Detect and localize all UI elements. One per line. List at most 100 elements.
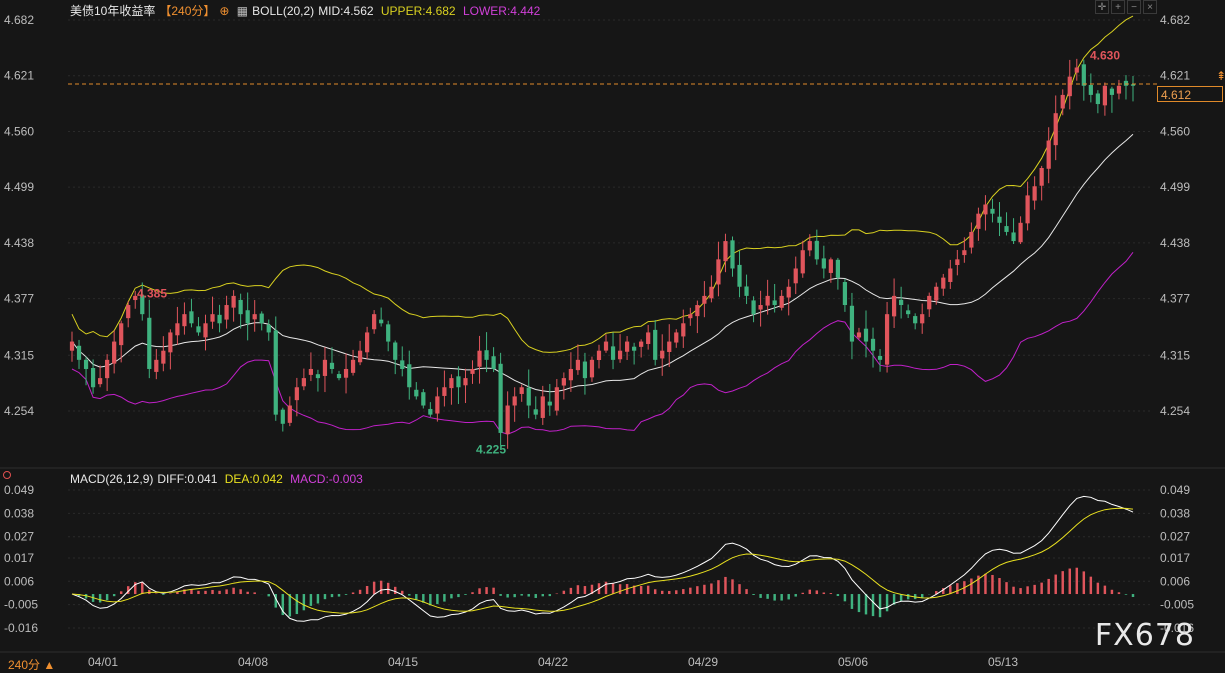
y-tick-label-right: 4.560 [1160,124,1190,138]
current-price-tag: 4.612 [1157,86,1223,102]
candle-body [1032,186,1037,201]
macd-y-label-right: 0.027 [1160,530,1190,544]
candle-body [189,311,194,324]
candle-body [962,250,967,256]
indicator-icon[interactable]: ▦ [237,4,248,18]
candle-body [716,259,721,285]
candle-body [512,396,517,406]
macd-name: MACD(26,12,9) [70,472,154,486]
candle-body [280,409,285,424]
y-tick-label-right: 4.682 [1160,13,1190,27]
candle-body [772,300,777,306]
candle-body [920,314,925,324]
candle-body [273,330,278,415]
candle-body [723,241,728,262]
macd-value: MACD:-0.003 [290,472,363,486]
candle-body [379,319,384,324]
candle-body [414,389,419,397]
macd-y-label-right: -0.005 [1160,598,1194,612]
candle-body [688,314,693,319]
candle-body [393,342,398,360]
candle-body [983,204,988,215]
candle-body [667,341,672,352]
candle-body [877,355,883,360]
boll-upper-line [71,15,1134,353]
candle-body [533,409,538,415]
candle-body [203,323,208,338]
candle-body [997,216,1002,223]
candle-body [779,295,784,308]
candle-body [76,345,82,360]
candle-body [744,286,749,296]
candle-body [470,368,475,374]
zoom-in-icon[interactable]: + [1111,0,1125,14]
y-tick-label-left: 4.438 [4,236,34,250]
candle-body [969,231,974,248]
boll-lower: LOWER:4.442 [462,4,541,18]
y-tick-label-left: 4.377 [4,292,34,306]
candle-body [976,213,981,229]
period-tag[interactable]: 【240分】 [159,4,215,18]
zoom-out-icon[interactable]: − [1127,0,1141,14]
y-tick-label-right: 4.315 [1160,348,1190,362]
candle-body [372,314,377,330]
settings-icon[interactable]: ⊕ [219,4,229,18]
candle-body [681,323,686,337]
period-selector[interactable]: 240分 ▲ [8,656,55,673]
y-tick-label-left: 4.315 [4,348,34,362]
macd-y-label-left: 0.049 [4,483,34,497]
watermark: FX678 [1094,618,1195,653]
candle-body [526,387,531,406]
candle-body [224,305,229,320]
boll-name: BOLL(20,2) [252,4,315,18]
candle-body [105,359,110,379]
candle-body [357,350,363,363]
candle-body [83,359,89,369]
candle-body [1081,64,1086,86]
y-tick-label-left: 4.621 [4,69,34,83]
macd-marker-icon [3,471,11,479]
candle-body [800,250,805,274]
candle-body [182,314,187,327]
candle-body [315,374,321,379]
x-tick-label: 04/15 [388,655,418,669]
x-tick-label: 05/06 [838,655,868,669]
candle-body [442,387,447,396]
candle-body [849,305,855,342]
candle-body [69,341,75,351]
candlesticks [69,58,1136,449]
candle-body [793,268,798,284]
candle-body [365,332,370,353]
symbol-label: 美债10年收益率 [70,4,156,18]
close-icon[interactable]: × [1143,0,1157,14]
x-tick-label: 05/13 [988,655,1018,669]
candle-body [646,332,651,344]
candle-body [421,392,426,406]
candle-body [126,305,131,319]
annotation-local-high: 4.385 [137,286,167,300]
main-header: 美债10年收益率 【240分】 ⊕ ▦ BOLL(20,2) MID:4.562 UPP… [70,2,544,19]
candle-body [906,310,911,315]
candle-body [709,286,714,299]
candle-body [336,374,342,379]
grid [0,19,1225,653]
candle-body [400,360,405,369]
candle-body [639,341,644,347]
candle-body [435,396,440,414]
y-tick-label-right: 4.377 [1160,292,1190,306]
candle-body [161,350,166,364]
candle-body [660,350,665,359]
annotations: 4.385 4.225 4.630 [68,49,1157,456]
candle-body [519,387,524,394]
macd-dea: DEA:0.042 [224,472,283,486]
candle-body [821,258,826,269]
macd-header: MACD(26,12,9) DIFF:0.041 DEA:0.042 MACD:-… [70,472,367,486]
candle-body [765,295,770,306]
candle-body [948,268,953,282]
candle-body [175,323,180,336]
candle-body [456,376,461,388]
x-tick-label: 04/01 [88,655,118,669]
crosshair-icon[interactable]: ✛ [1095,0,1109,14]
candle-body [477,350,482,367]
candle-body [505,405,510,435]
